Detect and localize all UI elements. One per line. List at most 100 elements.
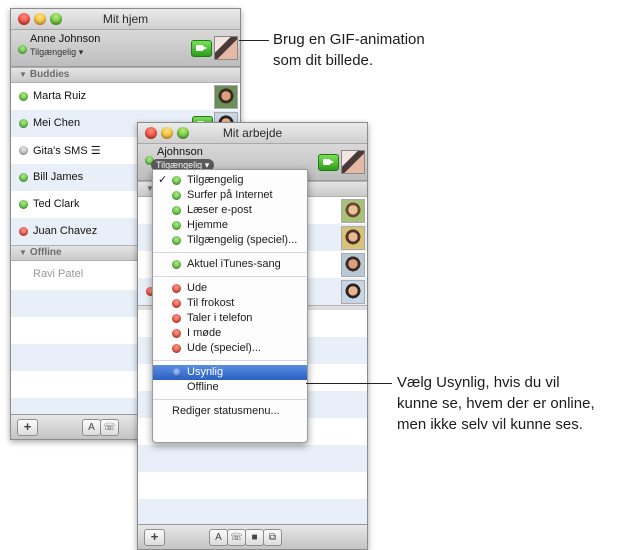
status-dropdown-menu: ✓ Tilgængelig Surfer på Internet Læser e… — [152, 169, 308, 443]
buddy-picture — [341, 226, 365, 250]
add-buddy-button[interactable]: + — [17, 419, 38, 436]
menu-item-surfing[interactable]: Surfer på Internet — [153, 188, 307, 203]
user-picture[interactable] — [341, 150, 365, 174]
group-header-buddies[interactable]: ▼ Buddies — [11, 67, 240, 83]
available-status-icon — [19, 92, 28, 101]
account-header: Anne Johnson Tilgængelig ▾ — [11, 30, 240, 67]
menu-item-custom-available[interactable]: Tilgængelig (speciel)... — [153, 233, 307, 248]
sms-status-icon — [19, 146, 28, 155]
window-title: Mit arbejde — [222, 126, 283, 140]
video-camera-icon[interactable] — [318, 154, 339, 171]
available-status-icon — [172, 176, 181, 185]
buddy-picture — [341, 280, 365, 304]
callout-gif: Brug en GIF-animation som dit billede. — [273, 29, 425, 71]
callout-text: Brug en GIF-animation — [273, 31, 425, 48]
buddy-name: Juan Chavez — [33, 225, 98, 237]
audio-chat-icon[interactable]: ☏ — [100, 419, 119, 436]
titlebar[interactable]: Mit arbejde — [138, 123, 367, 144]
screen-share-icon[interactable]: ⧉ — [263, 529, 282, 546]
buddy-name: Gita's SMS ☰ — [33, 145, 101, 157]
buddy-name: Bill James — [33, 171, 84, 183]
menu-separator — [153, 276, 307, 277]
menu-item-itunes[interactable]: Aktuel iTunes-sang — [153, 257, 307, 272]
add-buddy-button[interactable]: + — [144, 529, 165, 546]
menu-item-label: Rediger statusmenu... — [172, 405, 280, 417]
menu-item-label: Surfer på Internet — [187, 189, 273, 201]
menu-item-edit-status-menu[interactable]: Rediger statusmenu... — [153, 404, 307, 419]
available-status-icon — [172, 191, 181, 200]
away-status-icon — [19, 227, 28, 236]
buddy-picture — [214, 85, 238, 109]
status-menu-button[interactable]: Tilgængelig ▾ — [30, 47, 83, 58]
menu-item-home[interactable]: Hjemme — [153, 218, 307, 233]
buddy-picture — [341, 253, 365, 277]
away-status-icon — [172, 299, 181, 308]
menu-item-invisible[interactable]: Usynlig — [153, 365, 307, 380]
audio-chat-icon[interactable]: ☏ — [227, 529, 246, 546]
checkmark-icon: ✓ — [158, 174, 168, 186]
menu-item-label: Ude (speciel)... — [187, 342, 261, 354]
invisible-status-icon — [172, 368, 181, 377]
available-status-icon — [19, 119, 28, 128]
list-item[interactable]: Marta Ruiz — [11, 83, 240, 110]
away-status-icon — [172, 344, 181, 353]
menu-item-reading-mail[interactable]: Læser e-post — [153, 203, 307, 218]
user-picture[interactable] — [214, 36, 238, 60]
group-label: Buddies — [29, 69, 70, 80]
menu-separator — [153, 252, 307, 253]
menu-item-label: Læser e-post — [187, 204, 252, 216]
text-chat-button[interactable]: A — [82, 419, 101, 436]
menu-item-phone[interactable]: Taler i telefon — [153, 311, 307, 326]
menu-item-label: Aktuel iTunes-sang — [187, 258, 281, 270]
buddy-name: Ted Clark — [33, 198, 80, 210]
menu-item-available[interactable]: ✓ Tilgængelig — [153, 173, 307, 188]
video-chat-icon[interactable]: ■ — [245, 529, 264, 546]
menu-item-label: Til frokost — [187, 297, 235, 309]
bottom-toolbar: + A ☏ ■ ⧉ — [138, 524, 367, 549]
menu-item-meeting[interactable]: I møde — [153, 326, 307, 341]
buddy-picture — [341, 199, 365, 223]
buddy-name: Mei Chen — [33, 117, 81, 129]
menu-item-label: Usynlig — [187, 366, 224, 378]
callout-invisible: Vælg Usynlig, hvis du vil kunne se, hvem… — [397, 372, 595, 435]
user-name: Ajohnson — [157, 146, 203, 158]
menu-item-offline[interactable]: Offline — [153, 380, 307, 395]
menu-item-label: Taler i telefon — [187, 312, 253, 324]
away-status-icon — [172, 329, 181, 338]
user-name: Anne Johnson — [30, 33, 101, 45]
callout-leader-line — [306, 383, 392, 384]
menu-item-label: Tilgængelig (speciel)... — [187, 234, 298, 246]
away-status-icon — [172, 314, 181, 323]
menu-item-label: Hjemme — [187, 219, 228, 231]
callout-leader-line — [239, 40, 269, 41]
menu-item-away[interactable]: Ude — [153, 281, 307, 296]
menu-separator — [153, 360, 307, 361]
away-status-icon — [172, 284, 181, 293]
status-indicator-icon — [18, 45, 27, 54]
group-label: Offline — [29, 247, 62, 258]
menu-item-label: Offline — [187, 381, 219, 393]
menu-item-label: I møde — [187, 327, 222, 339]
available-status-icon — [19, 173, 28, 182]
video-camera-icon[interactable] — [191, 40, 212, 57]
disclosure-triangle-icon[interactable]: ▼ — [19, 248, 27, 257]
menu-item-label: Ude — [187, 282, 208, 294]
available-status-icon — [19, 200, 28, 209]
text-chat-button[interactable]: A — [209, 529, 228, 546]
callout-text: men ikke selv vil kunne ses. — [397, 416, 583, 433]
available-status-icon — [172, 260, 181, 269]
disclosure-triangle-icon[interactable]: ▼ — [19, 70, 27, 79]
window-title: Mit hjem — [102, 12, 149, 26]
menu-item-lunch[interactable]: Til frokost — [153, 296, 307, 311]
buddy-name: Marta Ruiz — [33, 90, 87, 102]
titlebar[interactable]: Mit hjem — [11, 9, 240, 30]
available-status-icon — [172, 236, 181, 245]
menu-item-label: Tilgængelig — [187, 174, 244, 186]
available-status-icon — [172, 221, 181, 230]
offline-buddy-name: Ravi Patel — [33, 268, 84, 280]
menu-separator — [153, 399, 307, 400]
callout-text: kunne se, hvem der er online, — [397, 395, 595, 412]
menu-item-custom-away[interactable]: Ude (speciel)... — [153, 341, 307, 356]
available-status-icon — [172, 206, 181, 215]
callout-text: Vælg Usynlig, hvis du vil — [397, 374, 560, 391]
